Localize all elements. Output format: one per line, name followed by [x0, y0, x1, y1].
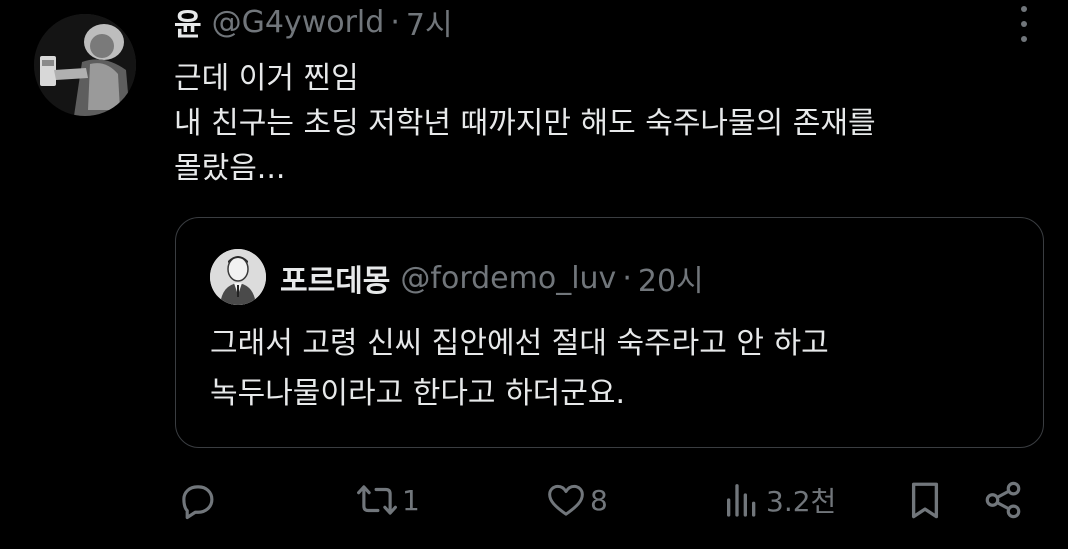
quoted-author-handle[interactable]: @fordemo_luv — [400, 261, 616, 296]
more-dot-icon — [1021, 21, 1027, 27]
views-icon — [727, 484, 756, 517]
quoted-tweet-header: 포르데몽 @fordemo_luv · 20시 — [280, 256, 704, 300]
more-dot-icon — [1021, 6, 1027, 12]
quoted-author-display-name[interactable]: 포르데몽 — [280, 256, 390, 300]
quoted-tweet-body: 그래서 고령 신씨 집안에선 절대 숙주라고 안 하고 녹두나물이라고 한다고 … — [210, 319, 1030, 419]
tweet-body: 근데 이거 찐임 내 친구는 초딩 저학년 때까지만 해도 숙주나물의 존재를 … — [174, 56, 1034, 191]
author-avatar[interactable] — [34, 14, 136, 116]
header-separator: · — [390, 4, 400, 40]
like-count: 8 — [590, 483, 608, 517]
more-options-button[interactable] — [1014, 6, 1034, 42]
retweet-button[interactable]: 1 — [356, 477, 420, 523]
like-button[interactable]: 8 — [546, 477, 608, 523]
views-button[interactable]: 3.2천 — [722, 477, 836, 523]
quoted-text-line: 녹두나물이라고 한다고 하더군요. — [210, 376, 626, 411]
reply-icon — [182, 485, 214, 520]
retweet-icon — [357, 485, 397, 515]
tweet-timestamp[interactable]: 7시 — [406, 0, 453, 44]
quoted-header-separator: · — [622, 260, 632, 296]
bookmark-icon — [911, 482, 939, 519]
quoted-tweet-timestamp: 20시 — [637, 264, 704, 299]
quoted-tweet-card[interactable]: 포르데몽 @fordemo_luv · 20시 그래서 고령 신씨 집안에선 절… — [175, 217, 1044, 448]
author-handle[interactable]: @G4yworld — [212, 5, 385, 40]
retweet-count: 1 — [402, 483, 420, 517]
bookmark-button[interactable] — [904, 477, 946, 523]
share-button[interactable] — [982, 477, 1024, 523]
more-dot-icon — [1021, 36, 1027, 42]
tweet-text-line: 내 친구는 초딩 저학년 때까지만 해도 숙주나물의 존재를 — [174, 106, 876, 141]
quoted-text-line: 그래서 고령 신씨 집안에선 절대 숙주라고 안 하고 — [210, 326, 829, 361]
heart-icon — [548, 484, 584, 516]
tweet-text-line: 근데 이거 찐임 — [174, 61, 359, 96]
share-icon — [985, 481, 1021, 519]
tweet-action-bar: 1 8 3.2천 — [176, 477, 1036, 523]
tweet-header: 윤 @G4yworld · 7시 — [174, 0, 453, 44]
author-display-name[interactable]: 윤 — [174, 0, 202, 44]
reply-button[interactable] — [176, 477, 218, 523]
quoted-author-avatar[interactable] — [210, 249, 266, 305]
tweet-text-line: 몰랐음... — [174, 151, 286, 186]
views-count: 3.2천 — [766, 485, 837, 518]
